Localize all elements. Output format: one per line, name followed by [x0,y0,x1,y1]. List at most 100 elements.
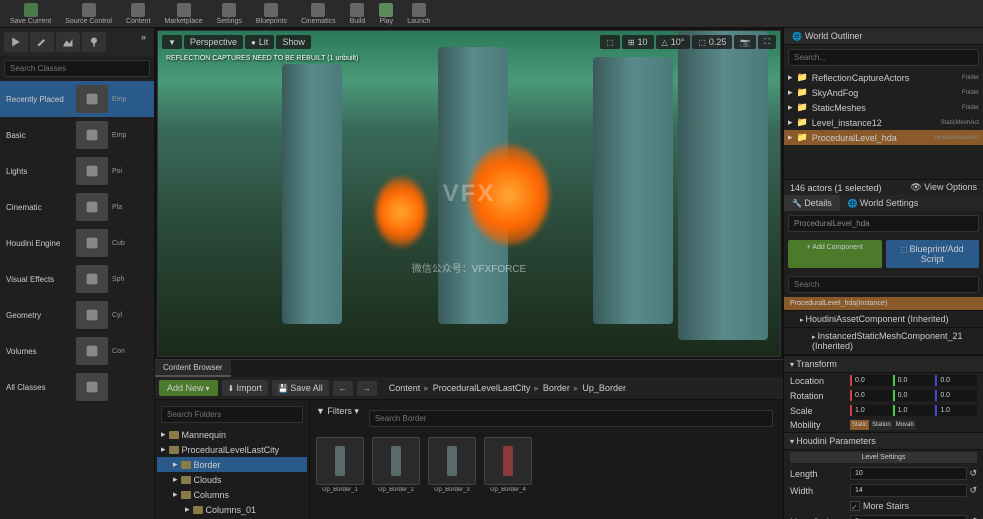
details-tab[interactable]: 🔧 Details [784,195,840,211]
show-button[interactable]: Show [276,35,311,49]
content-browser: Content Browser Add New ▾ ⬇ Import 💾 Sav… [155,359,783,519]
snap-grid-button[interactable]: ⊞ 10 [622,35,654,49]
category-basic[interactable]: BasicEmp [0,117,154,153]
rot-y-input[interactable]: 0.0 [893,390,935,401]
category-visual-effects[interactable]: Visual EffectsSph [0,261,154,297]
loc-z-input[interactable]: 0.0 [935,375,977,386]
build-button[interactable]: Build [344,1,372,27]
details-search-input[interactable] [788,276,979,293]
outliner-procedurallevel_hda[interactable]: ▸📁ProceduralLevel_hdaHoudiniAssetAct [784,130,983,145]
asset-up_border_2[interactable]: Up_Border_2 [372,437,420,493]
tree-procedurallevellastcity[interactable]: ▸ProceduralLevelLastCity [157,442,307,457]
mobility-stationary-button[interactable]: Station [870,420,893,430]
asset-up_border_4[interactable]: Up_Border_4 [484,437,532,493]
search-sources-input[interactable] [161,406,303,423]
reset-icon[interactable]: ↺ [969,485,977,496]
param-input[interactable] [850,484,967,497]
world-settings-tab[interactable]: 🌐 World Settings [840,195,927,211]
scl-y-input[interactable]: 1.0 [893,405,935,416]
content-browser-tab[interactable]: Content Browser [155,360,231,377]
lit-button[interactable]: ● Lit [245,35,274,49]
cinematics-button[interactable]: Cinematics [295,1,342,27]
world-outliner-tab[interactable]: 🌐 World Outliner [784,28,983,45]
blueprints-button[interactable]: Blueprints [250,1,293,27]
loc-y-input[interactable]: 0.0 [893,375,935,386]
save-button[interactable]: Save Current [4,1,57,27]
add-component-button[interactable]: + Add Component [788,240,882,268]
crumb-up_border[interactable]: Up_Border [582,383,626,394]
play-button[interactable]: Play [373,1,399,27]
place-mode-button[interactable] [4,32,28,52]
crumb-border[interactable]: Border [543,383,570,394]
snap-angle-button[interactable]: △ 10° [656,35,691,49]
marketplace-button[interactable]: Marketplace [158,1,208,27]
category-houdini-engine[interactable]: Houdini EngineCub [0,225,154,261]
component-houdini[interactable]: ▸ HoudiniAssetComponent (Inherited) [784,311,983,328]
landscape-mode-button[interactable] [56,32,80,52]
tree-border[interactable]: ▸Border [157,457,307,472]
category-cinematic[interactable]: CinematicPla [0,189,154,225]
transform-header[interactable]: ▾ Transform [784,355,983,373]
blueprint-button[interactable]: ⬚ Blueprint/Add Script [886,240,980,268]
perspective-button[interactable]: Perspective [184,35,243,49]
loc-x-input[interactable]: 0.0 [850,375,892,386]
import-button[interactable]: ⬇ Import [222,380,268,396]
add-new-button[interactable]: Add New ▾ [159,380,218,396]
scl-z-input[interactable]: 1.0 [935,405,977,416]
outliner-level_instance12[interactable]: ▸📁Level_instance12StaticMeshAct [784,115,983,130]
category-geometry[interactable]: GeometryCyl [0,297,154,333]
details-name-input[interactable] [788,215,979,232]
category-volumes[interactable]: VolumesCon [0,333,154,369]
component-ism[interactable]: ▸ InstancedStaticMeshComponent_21 (Inher… [784,328,983,355]
tree-columns_01[interactable]: ▸Columns_01 [157,502,307,517]
category-lights[interactable]: LightsPoi [0,153,154,189]
outliner-search-input[interactable] [788,49,979,66]
snap-scale-button[interactable]: ⬚ 0.25 [692,35,732,49]
outliner-reflectioncaptureactors[interactable]: ▸📁ReflectionCaptureActorsFolder [784,70,983,85]
crumb-procedurallevellastcity[interactable]: ProceduralLevelLastCity [433,383,531,394]
outliner-view-options[interactable]: 👁 View Options [910,182,977,193]
outliner-skyandfog[interactable]: ▸📁SkyAndFogFolder [784,85,983,100]
asset-up_border_3[interactable]: Up_Border_3 [428,437,476,493]
maximize-button[interactable]: ⛶ [758,35,776,49]
filters-button[interactable]: ▼ Filters ▾ [316,406,359,431]
transform-mode-button[interactable]: ⬚ [600,35,620,49]
nav-fwd-button[interactable]: → [357,381,377,396]
content-button[interactable]: Content [120,1,157,27]
checkbox[interactable] [850,501,860,511]
mobility-movable-button[interactable]: Movab [894,420,916,430]
param-more-stairs: More Stairs [784,499,983,513]
search-assets-input[interactable] [369,410,773,427]
search-classes-input[interactable] [4,60,150,77]
rot-z-input[interactable]: 0.0 [935,390,977,401]
outliner-staticmeshes[interactable]: ▸📁StaticMeshesFolder [784,100,983,115]
category-all-classes[interactable]: All Classes [0,369,154,405]
tree-clouds[interactable]: ▸Clouds [157,472,307,487]
launch-button[interactable]: Launch [401,1,436,27]
rot-x-input[interactable]: 0.0 [850,390,892,401]
foliage-mode-button[interactable] [82,32,106,52]
paint-mode-button[interactable] [30,32,54,52]
category-recently-placed[interactable]: Recently PlacedEmp [0,81,154,117]
tree-mannequin[interactable]: ▸Mannequin [157,427,307,442]
source-control-button[interactable]: Source Control [59,1,118,27]
camera-speed-button[interactable]: 📷 [734,35,756,49]
settings-button[interactable]: Settings [211,1,248,27]
component-root[interactable]: ProceduralLevel_hda(Instance) [784,297,983,311]
level-settings-button[interactable]: Level Settings [790,452,977,463]
viewport[interactable]: ▼ Perspective ● Lit Show ⬚ ⊞ 10 △ 10° ⬚ … [157,30,781,357]
param-input[interactable] [850,467,967,480]
reset-icon[interactable]: ↺ [969,468,977,479]
nav-back-button[interactable]: ← [333,381,353,396]
mobility-static-button[interactable]: Static [850,420,869,430]
crumb-content[interactable]: Content [389,383,421,394]
param-input[interactable] [850,515,967,519]
save-all-button[interactable]: 💾 Save All [272,380,329,396]
param-length: Length↺ [784,465,983,482]
viewport-menu-button[interactable]: ▼ [162,35,182,49]
modes-expand-icon[interactable]: » [108,32,150,52]
tree-columns[interactable]: ▸Columns [157,487,307,502]
houdini-params-header[interactable]: ▾ Houdini Parameters [784,432,983,450]
asset-up_border_1[interactable]: Up_Border_1 [316,437,364,493]
scl-x-input[interactable]: 1.0 [850,405,892,416]
